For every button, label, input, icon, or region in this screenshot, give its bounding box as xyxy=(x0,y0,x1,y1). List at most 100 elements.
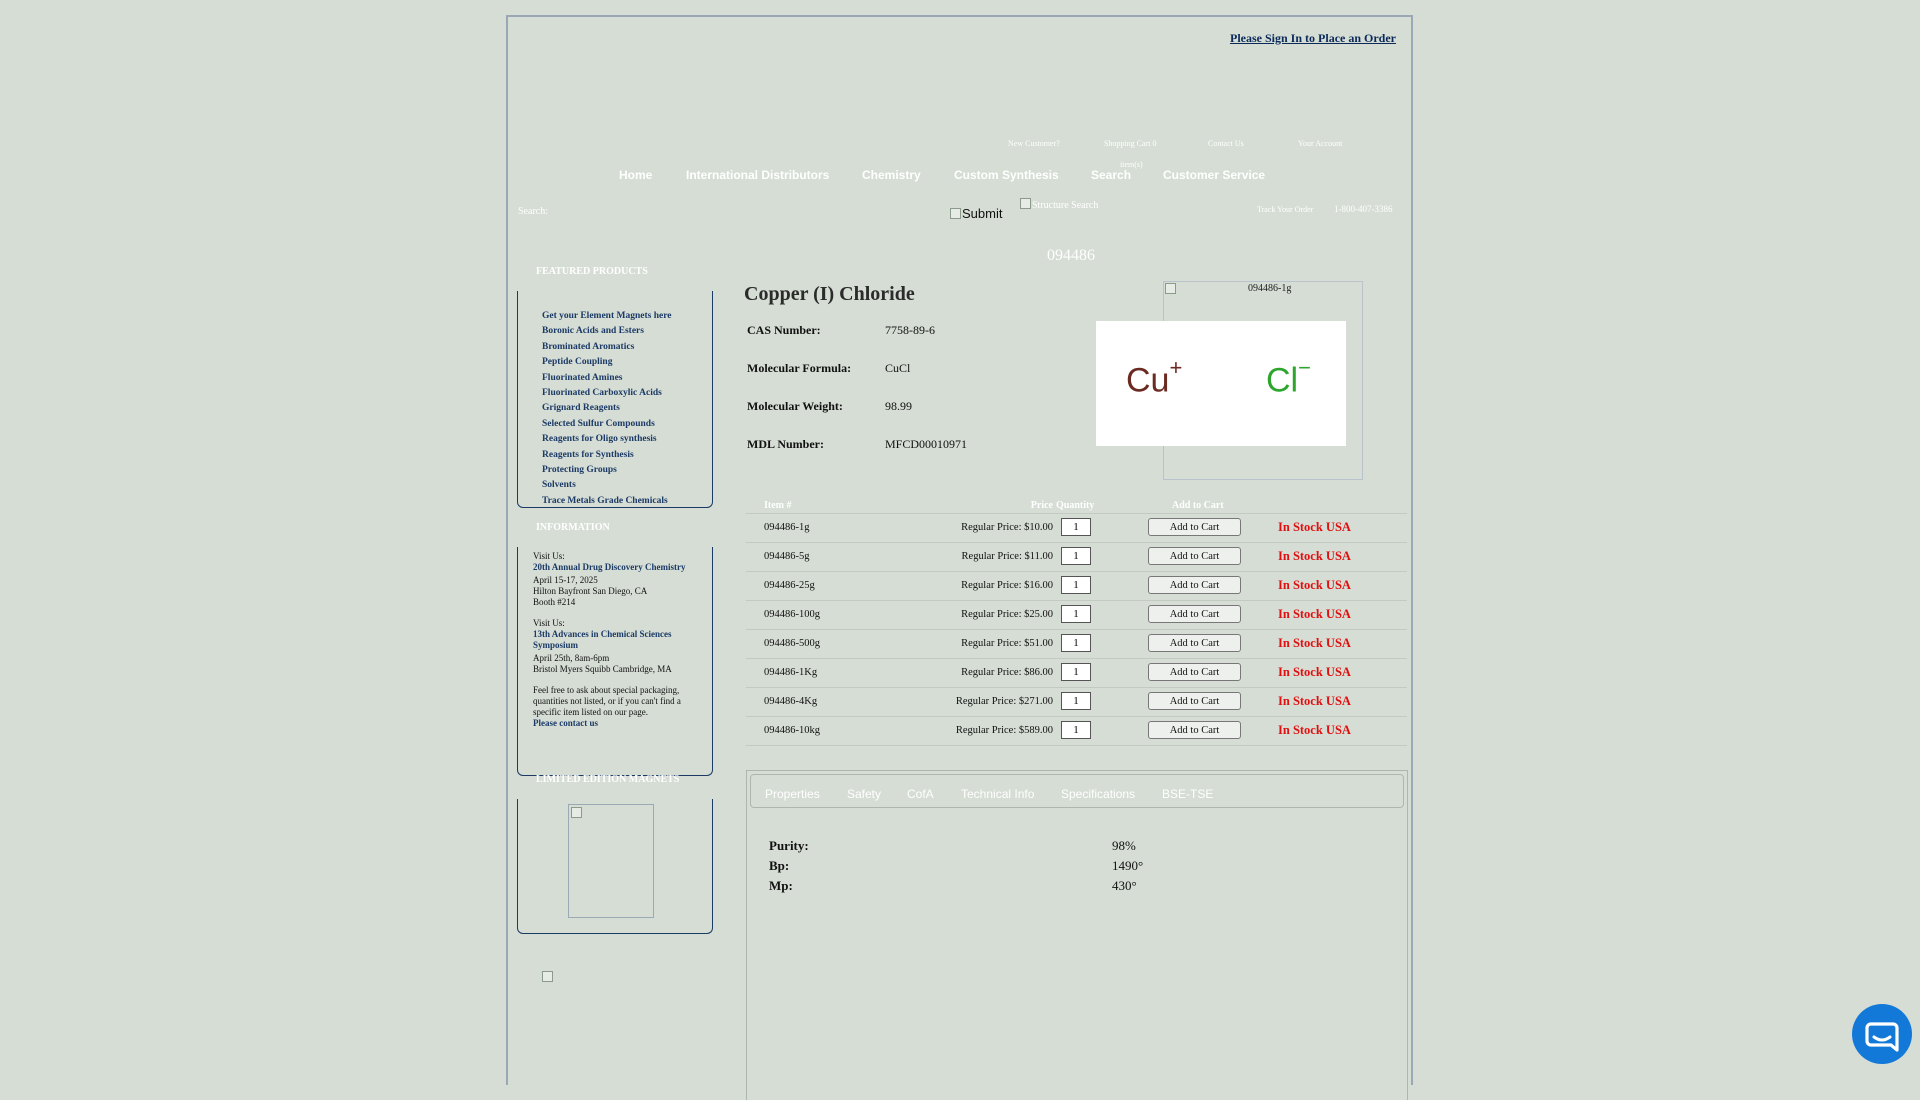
event-place: Hilton Bayfront San Diego, CA xyxy=(533,586,648,596)
structure-search-button[interactable]: Structure Search xyxy=(1020,198,1098,211)
item-number: 094486-4Kg xyxy=(764,696,818,707)
broken-image-icon xyxy=(571,807,582,818)
broken-image-icon xyxy=(1020,198,1031,209)
information-content: Visit Us: 20th Annual Drug Discovery Che… xyxy=(518,547,712,733)
table-row: 094486-1g Regular Price: $10.00 Add to C… xyxy=(746,513,1407,542)
event-link[interactable]: 20th Annual Drug Discovery Chemistry xyxy=(533,562,697,573)
add-to-cart-button[interactable]: Add to Cart xyxy=(1148,518,1241,536)
event-booth: Booth #214 xyxy=(533,597,576,607)
add-to-cart-button[interactable]: Add to Cart xyxy=(1148,634,1241,652)
contact-us-link[interactable]: Contact Us xyxy=(1208,139,1244,148)
item-price: Regular Price: $16.00 xyxy=(961,580,1053,591)
featured-item[interactable]: Brominated Aromatics xyxy=(518,340,712,355)
add-to-cart-button[interactable]: Add to Cart xyxy=(1148,547,1241,565)
quantity-input[interactable] xyxy=(1061,663,1091,681)
tab-specifications[interactable]: Specifications xyxy=(1061,787,1135,801)
event-place: Bristol Myers Squibb Cambridge, MA xyxy=(533,664,672,674)
quantity-input[interactable] xyxy=(1061,634,1091,652)
tab-cofa[interactable]: CofA xyxy=(907,787,934,801)
header-item: Item # xyxy=(764,500,792,511)
quantity-input[interactable] xyxy=(1061,547,1091,565)
stock-status: In Stock USA xyxy=(1278,578,1351,592)
visit-label: Visit Us: xyxy=(533,618,565,628)
nav-international-distributors[interactable]: International Distributors xyxy=(686,168,829,182)
nav-home[interactable]: Home xyxy=(619,168,652,182)
table-row: 094486-1Kg Regular Price: $86.00 Add to … xyxy=(746,658,1407,687)
bp-value: 1490° xyxy=(1112,858,1144,873)
tab-properties[interactable]: Properties xyxy=(765,787,820,801)
weight-value: 98.99 xyxy=(885,399,912,413)
quantity-input[interactable] xyxy=(1061,721,1091,739)
event-date: April 25th, 8am-6pm xyxy=(533,653,610,663)
add-to-cart-button[interactable]: Add to Cart xyxy=(1148,721,1241,739)
shopping-cart-link[interactable]: Shopping Cart 0 xyxy=(1104,139,1156,148)
mdl-label: MDL Number: xyxy=(747,437,824,451)
featured-item[interactable]: Get your Element Magnets here xyxy=(518,309,712,324)
nav-search[interactable]: Search xyxy=(1091,168,1131,182)
broken-image-icon xyxy=(542,971,553,982)
featured-item[interactable]: Peptide Coupling xyxy=(518,355,712,370)
cation-symbol: Cu+ xyxy=(1126,355,1183,400)
price-table-header: Item # Price Quantity Add to Cart xyxy=(746,495,1407,513)
featured-item[interactable]: Boronic Acids and Esters xyxy=(518,324,712,339)
quantity-input[interactable] xyxy=(1061,576,1091,594)
featured-item[interactable]: Fluorinated Amines xyxy=(518,371,712,386)
search-submit-button[interactable]: Submit xyxy=(950,206,1002,221)
add-to-cart-button[interactable]: Add to Cart xyxy=(1148,576,1241,594)
chat-button[interactable] xyxy=(1852,1004,1912,1064)
sign-in-link[interactable]: Please Sign In to Place an Order xyxy=(1230,31,1396,46)
track-order-link[interactable]: Track Your Order xyxy=(1257,205,1313,214)
your-account-link[interactable]: Your Account xyxy=(1298,139,1342,148)
add-to-cart-button[interactable]: Add to Cart xyxy=(1148,692,1241,710)
add-to-cart-button[interactable]: Add to Cart xyxy=(1148,605,1241,623)
tab-safety[interactable]: Safety xyxy=(847,787,881,801)
contact-link[interactable]: Please contact us xyxy=(533,718,697,729)
molecule-structure: Cu+ Cl− xyxy=(1096,321,1346,446)
item-price: Regular Price: $11.00 xyxy=(961,551,1053,562)
weight-label: Molecular Weight: xyxy=(747,399,843,413)
featured-item[interactable]: Reagents for Oligo synthesis xyxy=(518,432,712,447)
quantity-input[interactable] xyxy=(1061,605,1091,623)
cas-value: 7758-89-6 xyxy=(885,323,935,337)
magnet-image[interactable] xyxy=(568,804,654,918)
event-date: April 15-17, 2025 xyxy=(533,575,598,585)
featured-item[interactable]: Protecting Groups xyxy=(518,463,712,478)
featured-item[interactable]: Trace Metals Grade Chemicals xyxy=(518,494,712,509)
new-customer-link[interactable]: New Customer? xyxy=(1008,139,1060,148)
featured-item[interactable]: Selected Sulfur Compounds xyxy=(518,417,712,432)
featured-item[interactable]: Solvents xyxy=(518,478,712,493)
nav-custom-synthesis[interactable]: Custom Synthesis xyxy=(954,168,1059,182)
bottom-image xyxy=(542,968,554,986)
stock-status: In Stock USA xyxy=(1278,607,1351,621)
item-price: Regular Price: $25.00 xyxy=(961,609,1053,620)
broken-image-icon xyxy=(950,208,961,219)
magnets-box xyxy=(517,799,713,934)
formula-value: CuCl xyxy=(885,361,911,375)
search-input[interactable] xyxy=(550,200,854,222)
add-to-cart-button[interactable]: Add to Cart xyxy=(1148,663,1241,681)
anion-symbol: Cl− xyxy=(1266,355,1311,400)
item-price: Regular Price: $271.00 xyxy=(955,696,1053,707)
chat-bubble-icon xyxy=(1865,1022,1899,1052)
featured-item[interactable]: Grignard Reagents xyxy=(518,401,712,416)
information-title: INFORMATION xyxy=(536,522,610,533)
featured-item[interactable]: Reagents for Synthesis xyxy=(518,448,712,463)
stock-status: In Stock USA xyxy=(1278,549,1351,563)
page-container: Please Sign In to Place an Order New Cus… xyxy=(506,15,1413,1100)
item-number: 094486-100g xyxy=(764,609,820,620)
phone-number: 1-800-407-3386 xyxy=(1334,204,1393,214)
mdl-value: MFCD00010971 xyxy=(885,437,968,451)
product-name: Copper (I) Chloride xyxy=(744,283,915,305)
event-link[interactable]: 13th Advances in Chemical Sciences Sympo… xyxy=(533,629,697,651)
featured-item[interactable]: Fluorinated Carboxylic Acids xyxy=(518,386,712,401)
item-number: 094486-10kg xyxy=(764,725,820,736)
stock-status: In Stock USA xyxy=(1278,723,1351,737)
tab-technical-info[interactable]: Technical Info xyxy=(961,787,1034,801)
featured-products-list: Get your Element Magnets here Boronic Ac… xyxy=(518,291,712,509)
quantity-input[interactable] xyxy=(1061,518,1091,536)
tab-bse-tse[interactable]: BSE-TSE xyxy=(1162,787,1213,801)
table-row: 094486-500g Regular Price: $51.00 Add to… xyxy=(746,629,1407,658)
nav-customer-service[interactable]: Customer Service xyxy=(1163,168,1265,182)
nav-chemistry[interactable]: Chemistry xyxy=(862,168,921,182)
quantity-input[interactable] xyxy=(1061,692,1091,710)
